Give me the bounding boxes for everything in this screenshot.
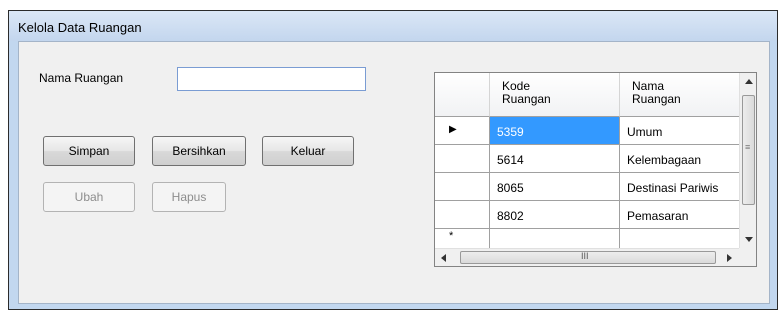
arrow-left-icon[interactable] — [435, 249, 452, 266]
current-row-icon: ▶ — [449, 124, 457, 135]
arrow-right-icon[interactable] — [721, 249, 738, 266]
bersihkan-button[interactable]: Bersihkan — [152, 136, 246, 166]
app-window: Kelola Data Ruangan Nama Ruangan Simpan … — [8, 10, 778, 310]
window-title: Kelola Data Ruangan — [18, 20, 142, 35]
row-header[interactable] — [435, 145, 490, 173]
ruangan-data-grid[interactable]: Kode Ruangan Nama Ruangan ▶ 5359 Umum 56… — [434, 72, 757, 267]
title-bar[interactable]: Kelola Data Ruangan — [9, 11, 777, 41]
column-header-kode-ruangan[interactable]: Kode Ruangan — [490, 73, 620, 117]
table-cell-kode[interactable]: 8802 — [490, 201, 620, 229]
nama-ruangan-input[interactable] — [177, 67, 366, 91]
nama-ruangan-label: Nama Ruangan — [39, 71, 124, 85]
scrollbar-corner — [739, 248, 756, 266]
form-client-area: Nama Ruangan Simpan Bersihkan Keluar Uba… — [18, 41, 770, 304]
table-cell-kode[interactable]: 8065 — [490, 173, 620, 201]
grid-corner-header — [435, 73, 490, 117]
new-row-icon: * — [449, 230, 454, 242]
row-header[interactable]: ▶ — [435, 117, 490, 145]
ubah-button[interactable]: Ubah — [43, 182, 135, 212]
arrow-down-icon[interactable] — [740, 231, 756, 248]
hapus-button[interactable]: Hapus — [152, 182, 226, 212]
table-cell-nama[interactable]: Destinasi Pariwis — [620, 173, 739, 201]
row-header[interactable] — [435, 201, 490, 229]
horizontal-scrollbar[interactable]: III — [435, 248, 739, 266]
vertical-scroll-thumb[interactable]: ≡ — [742, 95, 755, 205]
column-header-kode-line2: Ruangan — [502, 92, 551, 106]
table-cell-nama[interactable]: Pemasaran — [620, 201, 739, 229]
column-header-nama-line2: Ruangan — [632, 92, 681, 106]
horizontal-scroll-thumb[interactable]: III — [460, 251, 716, 264]
keluar-button[interactable]: Keluar — [262, 136, 354, 166]
row-header[interactable] — [435, 173, 490, 201]
vertical-grip: ≡ — [745, 142, 751, 152]
horizontal-grip: III — [581, 251, 589, 261]
table-cell-nama[interactable]: Umum — [620, 117, 739, 145]
column-header-nama-ruangan[interactable]: Nama Ruangan — [620, 73, 739, 117]
table-cell-kode[interactable]: 5359 — [490, 117, 620, 145]
vertical-scrollbar[interactable]: ≡ — [739, 73, 756, 248]
table-cell-kode[interactable]: 5614 — [490, 145, 620, 173]
table-cell-nama[interactable]: Kelembagaan — [620, 145, 739, 173]
arrow-up-icon[interactable] — [740, 73, 756, 90]
simpan-button[interactable]: Simpan — [43, 136, 135, 166]
